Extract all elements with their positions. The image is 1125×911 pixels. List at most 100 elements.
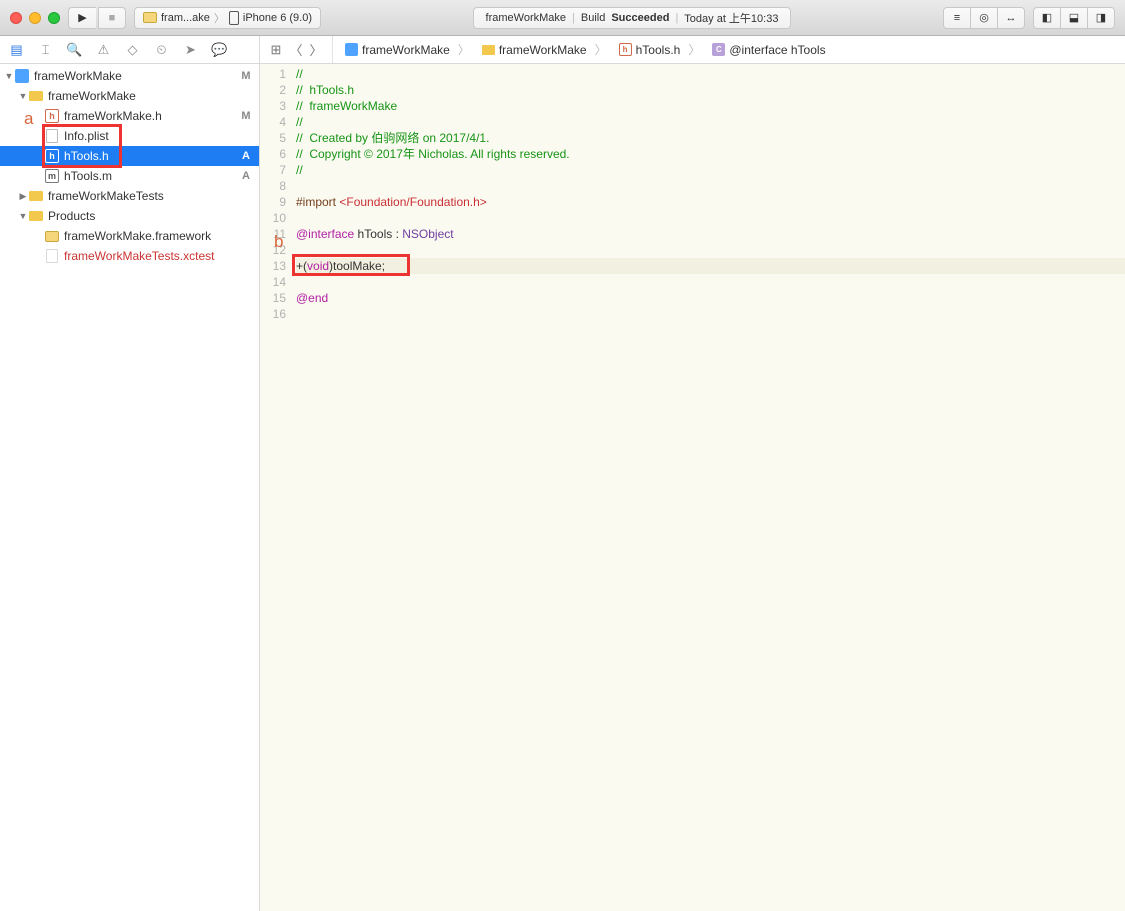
tree-item-label: Info.plist bbox=[64, 129, 239, 143]
scm-status: A bbox=[239, 150, 253, 162]
line-number-gutter: 1 2 3 4 5 6 7 8 9 10 11 12 13 14 15 16 bbox=[260, 64, 292, 911]
tree-item-label: hTools.h bbox=[64, 149, 239, 163]
chevron-right-icon: 〉 bbox=[595, 41, 607, 58]
close-window-button[interactable] bbox=[10, 12, 22, 24]
window-controls bbox=[10, 12, 60, 24]
breadcrumb-item[interactable]: frameWorkMake 〉 bbox=[476, 36, 613, 64]
breadcrumb-item[interactable]: h hTools.h 〉 bbox=[613, 36, 707, 64]
stop-button[interactable]: ■ bbox=[98, 7, 126, 29]
project-tree: ▼ frameWorkMake M ▼ frameWorkMake h fram… bbox=[0, 64, 259, 266]
issue-navigator-tab[interactable]: ⚠ bbox=[89, 36, 118, 64]
chevron-left-icon: 〈 bbox=[289, 40, 302, 59]
test-navigator-tab[interactable]: ◇ bbox=[118, 36, 147, 64]
status-build-label: Build bbox=[581, 12, 605, 24]
status-inner: frameWorkMake | Build Succeeded | Today … bbox=[473, 7, 792, 29]
breadcrumb-label: hTools.h bbox=[636, 43, 681, 57]
tree-file[interactable]: h frameWorkMake.h M bbox=[0, 106, 259, 126]
arrows-icon: ↔ bbox=[1006, 12, 1017, 24]
run-button[interactable]: ▶ bbox=[68, 7, 96, 29]
header-file-icon: h bbox=[619, 43, 632, 56]
speech-icon: 💬 bbox=[211, 42, 227, 58]
zoom-window-button[interactable] bbox=[48, 12, 60, 24]
disclosure-triangle-icon[interactable]: ▼ bbox=[18, 211, 28, 221]
navigator-sidebar: ▤ ⌶ 🔍 ⚠ ◇ ⏲ ➤ 💬 ▼ frameWorkMake M ▼ fram… bbox=[0, 36, 260, 911]
go-back-button[interactable]: 〈 bbox=[286, 40, 306, 60]
tree-file[interactable]: m hTools.m A bbox=[0, 166, 259, 186]
plist-file-icon bbox=[44, 128, 60, 144]
run-stop-group: ▶ ■ bbox=[68, 7, 126, 29]
breadcrumb-item[interactable]: frameWorkMake 〉 bbox=[339, 36, 476, 64]
tree-folder[interactable]: ▶ frameWorkMakeTests bbox=[0, 186, 259, 206]
right-toolbar: ≡ ◎ ↔ ◧ ⬓ ◨ bbox=[943, 7, 1115, 29]
symbol-navigator-tab[interactable]: ⌶ bbox=[31, 36, 60, 64]
status-build-result: Succeeded bbox=[611, 12, 669, 24]
project-navigator-tab[interactable]: ▤ bbox=[2, 36, 31, 64]
editor-version-button[interactable]: ↔ bbox=[997, 7, 1025, 29]
editor-column: ⊞ 〈 〉 frameWorkMake 〉 frameWorkMake 〉 h … bbox=[260, 36, 1125, 911]
tree-item-label: frameWorkMakeTests.xctest bbox=[64, 249, 239, 263]
tree-item-label: frameWorkMake.framework bbox=[64, 229, 239, 243]
breakpoint-icon: ➤ bbox=[185, 42, 196, 58]
folder-tree-icon: ▤ bbox=[10, 42, 22, 58]
toggle-left-panel-button[interactable]: ◧ bbox=[1033, 7, 1061, 29]
debug-navigator-tab[interactable]: ⏲ bbox=[147, 36, 176, 64]
toolbox-icon bbox=[143, 12, 157, 23]
toggle-right-panel-button[interactable]: ◨ bbox=[1087, 7, 1115, 29]
related-items-button[interactable]: ⊞ bbox=[266, 40, 286, 60]
tree-file[interactable]: Info.plist bbox=[0, 126, 259, 146]
jump-bar: ⊞ 〈 〉 frameWorkMake 〉 frameWorkMake 〉 h … bbox=[260, 36, 1125, 64]
header-file-icon: h bbox=[44, 108, 60, 124]
scm-status: M bbox=[239, 70, 253, 82]
warning-icon: ⚠ bbox=[98, 42, 110, 58]
chevron-right-icon: 〉 bbox=[214, 10, 225, 26]
scm-status: M bbox=[239, 110, 253, 122]
search-icon: 🔍 bbox=[66, 42, 82, 58]
tree-item-label: frameWorkMake.h bbox=[64, 109, 239, 123]
project-icon bbox=[14, 68, 30, 84]
navigator-tabs: ▤ ⌶ 🔍 ⚠ ◇ ⏲ ➤ 💬 bbox=[0, 36, 259, 64]
titlebar: ▶ ■ fram...ake 〉 iPhone 6 (9.0) frameWor… bbox=[0, 0, 1125, 36]
editor-assistant-button[interactable]: ◎ bbox=[970, 7, 998, 29]
play-icon: ▶ bbox=[78, 11, 86, 24]
go-forward-button[interactable]: 〉 bbox=[306, 40, 326, 60]
tree-file-selected[interactable]: h hTools.h A bbox=[0, 146, 259, 166]
project-root[interactable]: ▼ frameWorkMake M bbox=[0, 66, 259, 86]
breadcrumb-label: @interface hTools bbox=[729, 43, 825, 57]
status-target: frameWorkMake bbox=[486, 12, 566, 24]
disclosure-triangle-icon[interactable]: ▶ bbox=[18, 191, 28, 202]
diamond-icon: ◇ bbox=[128, 42, 138, 58]
scheme-project-label: fram...ake bbox=[161, 12, 210, 24]
tree-folder[interactable]: ▼ frameWorkMake bbox=[0, 86, 259, 106]
project-name-label: frameWorkMake bbox=[34, 69, 239, 83]
folder-icon bbox=[482, 45, 495, 55]
scm-status: A bbox=[239, 170, 253, 182]
folder-icon bbox=[28, 208, 44, 224]
minimize-window-button[interactable] bbox=[29, 12, 41, 24]
find-navigator-tab[interactable]: 🔍 bbox=[60, 36, 89, 64]
disclosure-triangle-icon[interactable]: ▼ bbox=[4, 71, 14, 81]
breadcrumb-label: frameWorkMake bbox=[499, 43, 587, 57]
activity-status: frameWorkMake | Build Succeeded | Today … bbox=[329, 7, 935, 29]
code-editor[interactable]: 1 2 3 4 5 6 7 8 9 10 11 12 13 14 15 16 /… bbox=[260, 64, 1125, 911]
breadcrumb-label: frameWorkMake bbox=[362, 43, 450, 57]
breadcrumb-item[interactable]: C @interface hTools bbox=[706, 36, 831, 64]
scheme-selector[interactable]: fram...ake 〉 iPhone 6 (9.0) bbox=[134, 7, 321, 29]
tree-item-label: Products bbox=[48, 209, 239, 223]
scheme-device-label: iPhone 6 (9.0) bbox=[243, 12, 312, 24]
tree-folder[interactable]: ▼ Products bbox=[0, 206, 259, 226]
breakpoint-navigator-tab[interactable]: ➤ bbox=[176, 36, 205, 64]
toggle-bottom-panel-button[interactable]: ⬓ bbox=[1060, 7, 1088, 29]
tree-file[interactable]: frameWorkMakeTests.xctest bbox=[0, 246, 259, 266]
tree-item-label: hTools.m bbox=[64, 169, 239, 183]
annotation-b-label: b bbox=[274, 232, 283, 252]
panel-right-icon: ◨ bbox=[1096, 11, 1106, 24]
code-content[interactable]: // // hTools.h // frameWorkMake // // Cr… bbox=[292, 64, 1125, 911]
tree-item-label: frameWorkMake bbox=[48, 89, 239, 103]
disclosure-triangle-icon[interactable]: ▼ bbox=[18, 91, 28, 101]
device-icon bbox=[229, 11, 239, 25]
report-navigator-tab[interactable]: 💬 bbox=[205, 36, 234, 64]
editor-standard-button[interactable]: ≡ bbox=[943, 7, 971, 29]
lines-icon: ≡ bbox=[954, 12, 960, 24]
tree-file[interactable]: frameWorkMake.framework bbox=[0, 226, 259, 246]
stop-icon: ■ bbox=[109, 12, 116, 24]
